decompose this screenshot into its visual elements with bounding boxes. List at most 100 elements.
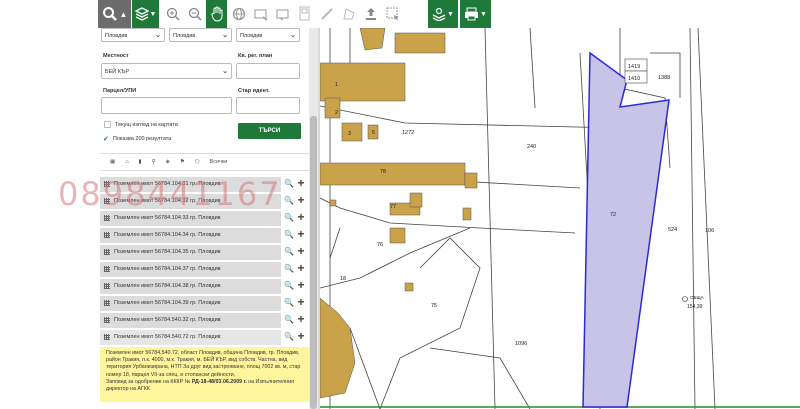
search-tool-button[interactable]: ▲	[98, 0, 131, 28]
result-row-label: Поземлен имот 56784.540.72 гр. Пловдив	[114, 334, 221, 340]
measure-line-button[interactable]	[250, 0, 272, 28]
map-toolbar: ▲ ▼ ▼ ▼	[98, 0, 491, 28]
city-select-value: Пловдив	[240, 33, 263, 39]
reg-plan-input[interactable]	[236, 63, 300, 79]
map-label: 1388	[658, 75, 670, 81]
map-label: 1272	[402, 130, 414, 136]
chevron-down-icon: ⌄	[155, 32, 161, 39]
check-icon: ✓	[103, 136, 109, 143]
add-icon[interactable]: +	[296, 194, 306, 206]
chevron-down-icon: ⌄	[222, 68, 228, 75]
parcel-input[interactable]	[101, 97, 232, 114]
zoom-to-icon[interactable]: 🔍	[284, 298, 294, 308]
scrollbar-thumb[interactable]	[310, 116, 317, 409]
layers-tool-button[interactable]: ▼	[132, 0, 159, 28]
document-icon	[299, 6, 310, 21]
pan-button[interactable]	[206, 0, 227, 28]
select-all-label[interactable]: Всички	[210, 159, 228, 165]
region-select[interactable]: Пловдив ⌄	[101, 28, 165, 42]
reg-plan-label: Кв. рег. план	[238, 53, 273, 59]
old-id-input[interactable]	[236, 97, 300, 114]
zoom-to-icon[interactable]: 🔍	[284, 315, 294, 325]
add-icon[interactable]: +	[296, 262, 306, 274]
current-view-label: Текущ изглед на картата	[115, 121, 178, 128]
search-icon	[102, 7, 117, 21]
city-select[interactable]: Пловдив ⌄	[236, 28, 300, 42]
grid-icon	[104, 266, 110, 272]
pan-hand-icon	[210, 6, 222, 22]
zoom-to-icon[interactable]: 🔍	[284, 247, 294, 257]
add-icon[interactable]: +	[296, 296, 306, 308]
map-label: 72	[610, 212, 616, 218]
grid-icon[interactable]: ▦	[110, 159, 115, 165]
parcel-label: Парцел/УПИ	[103, 88, 137, 94]
add-icon[interactable]: +	[296, 228, 306, 240]
layers-icon[interactable]: ◈	[166, 159, 170, 165]
add-icon[interactable]: +	[296, 211, 306, 223]
result-row-label: Поземлен имот 56784.540.32 гр. Пловдив	[114, 317, 221, 323]
grid-icon	[104, 334, 110, 340]
globe-button[interactable]	[228, 0, 250, 28]
zoom-in-button[interactable]	[162, 0, 184, 28]
result-row[interactable]: Поземлен имот 56784.540.32 гр. Пловдив	[100, 313, 281, 328]
zoom-to-icon[interactable]: 🔍	[284, 213, 294, 223]
layer-switch-button[interactable]: ▼	[428, 0, 458, 28]
grid-icon	[104, 283, 110, 289]
select-button[interactable]	[382, 0, 404, 28]
parcel-info-box: Поземлен имот 56784.540.72, област Пловд…	[100, 347, 309, 402]
home-icon[interactable]: ⌂	[125, 159, 128, 165]
map-label: 1	[335, 82, 338, 88]
add-icon[interactable]: +	[296, 279, 306, 291]
map-label: ОБЩА	[690, 295, 704, 300]
add-icon[interactable]: +	[296, 330, 306, 342]
flag-icon[interactable]: ⚑	[180, 159, 185, 165]
pin-icon[interactable]: ⚲	[152, 159, 156, 165]
result-row[interactable]: Поземлен имот 56784.104.39 гр. Пловдив	[100, 296, 281, 311]
municipality-select[interactable]: Пловдив ⌄	[169, 28, 232, 42]
document-button[interactable]	[294, 0, 316, 28]
chevron-down-icon: ▼	[480, 10, 487, 18]
map-label: 5	[372, 130, 375, 136]
upload-button[interactable]	[360, 0, 382, 28]
result-row[interactable]: Поземлен имот 56784.540.72 гр. Пловдив	[100, 330, 281, 345]
panel-scrollbar[interactable]	[309, 28, 318, 409]
municipality-select-value: Пловдив	[173, 33, 196, 39]
chevron-down-icon: ▼	[149, 10, 157, 18]
zoom-to-icon[interactable]: 🔍	[284, 281, 294, 291]
result-row[interactable]: Поземлен имот 56784.104.37 гр. Пловдив	[100, 262, 281, 277]
map-label: 75	[431, 303, 437, 309]
add-icon[interactable]: +	[296, 245, 306, 257]
grid-icon	[104, 249, 110, 255]
zoom-to-icon[interactable]: 🔍	[284, 196, 294, 206]
upload-icon	[366, 8, 376, 20]
ruler-icon	[321, 8, 333, 20]
map-label: 78	[380, 169, 386, 175]
add-icon[interactable]: +	[296, 313, 306, 325]
zoom-to-icon[interactable]: 🔍	[284, 179, 294, 189]
locality-select[interactable]: БЕЙ КЪР ⌄	[101, 63, 232, 79]
parcel-info-text: Поземлен имот 56784.540.72, област Пловд…	[106, 350, 301, 378]
result-row[interactable]: Поземлен имот 56784.104.34 гр. Пловдив	[100, 228, 281, 243]
chevron-down-icon: ⌄	[222, 32, 228, 39]
zoom-out-button[interactable]	[184, 0, 206, 28]
zoom-to-icon[interactable]: 🔍	[284, 332, 294, 342]
measure-area-button[interactable]	[272, 0, 294, 28]
select-icon	[386, 7, 399, 21]
map-label: 524	[668, 227, 677, 233]
checkbox-box[interactable]	[104, 121, 111, 128]
zoom-to-icon[interactable]: 🔍	[284, 230, 294, 240]
cadastral-map[interactable]: 1419 1410 1388 240 72 524 106 1096 75 76…	[320, 28, 800, 409]
zoom-to-icon[interactable]: 🔍	[284, 264, 294, 274]
trash-icon[interactable]: ▮	[139, 159, 142, 165]
result-row-label: Поземлен имот 56784.104.35 гр. Пловдив	[114, 249, 221, 255]
result-row[interactable]: Поземлен имот 56784.104.38 гр. Пловдив	[100, 279, 281, 294]
ruler-button[interactable]	[316, 0, 338, 28]
add-icon[interactable]: +	[296, 177, 306, 189]
polygon-button[interactable]	[338, 0, 360, 28]
result-row[interactable]: Поземлен имот 56784.104.33 гр. Пловдив	[100, 211, 281, 226]
polygon-icon[interactable]: ⬠	[195, 159, 200, 165]
result-row[interactable]: Поземлен имот 56784.104.35 гр. Пловдив	[100, 245, 281, 260]
search-button[interactable]: ТЪРСИ	[238, 123, 301, 139]
current-view-checkbox[interactable]: Текущ изглед на картата	[104, 121, 178, 128]
print-button[interactable]: ▼	[460, 0, 491, 28]
